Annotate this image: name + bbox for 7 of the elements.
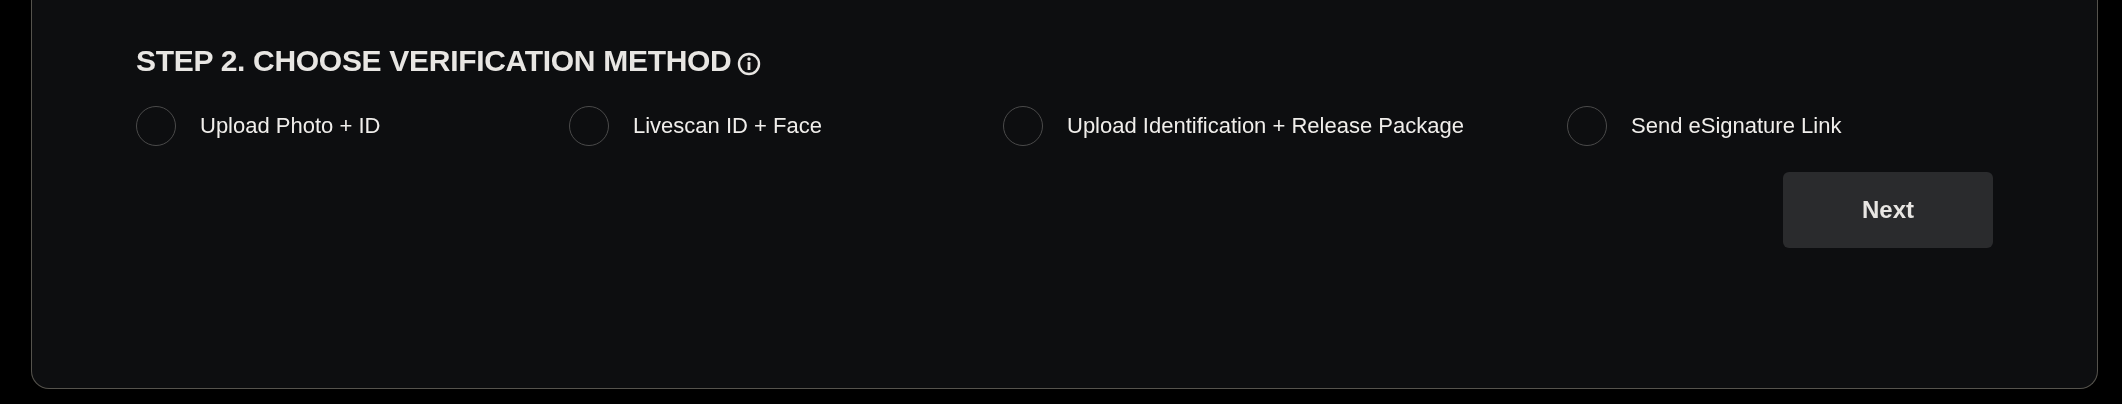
section-title: STEP 2. CHOOSE VERIFICATION METHOD <box>136 44 732 78</box>
option-label: Livescan ID + Face <box>633 113 822 139</box>
next-button[interactable]: Next <box>1783 172 1993 248</box>
option-label: Send eSignature Link <box>1631 113 1842 139</box>
option-label: Upload Identification + Release Package <box>1067 113 1464 139</box>
info-icon <box>737 52 762 76</box>
option-label: Upload Photo + ID <box>200 113 381 139</box>
